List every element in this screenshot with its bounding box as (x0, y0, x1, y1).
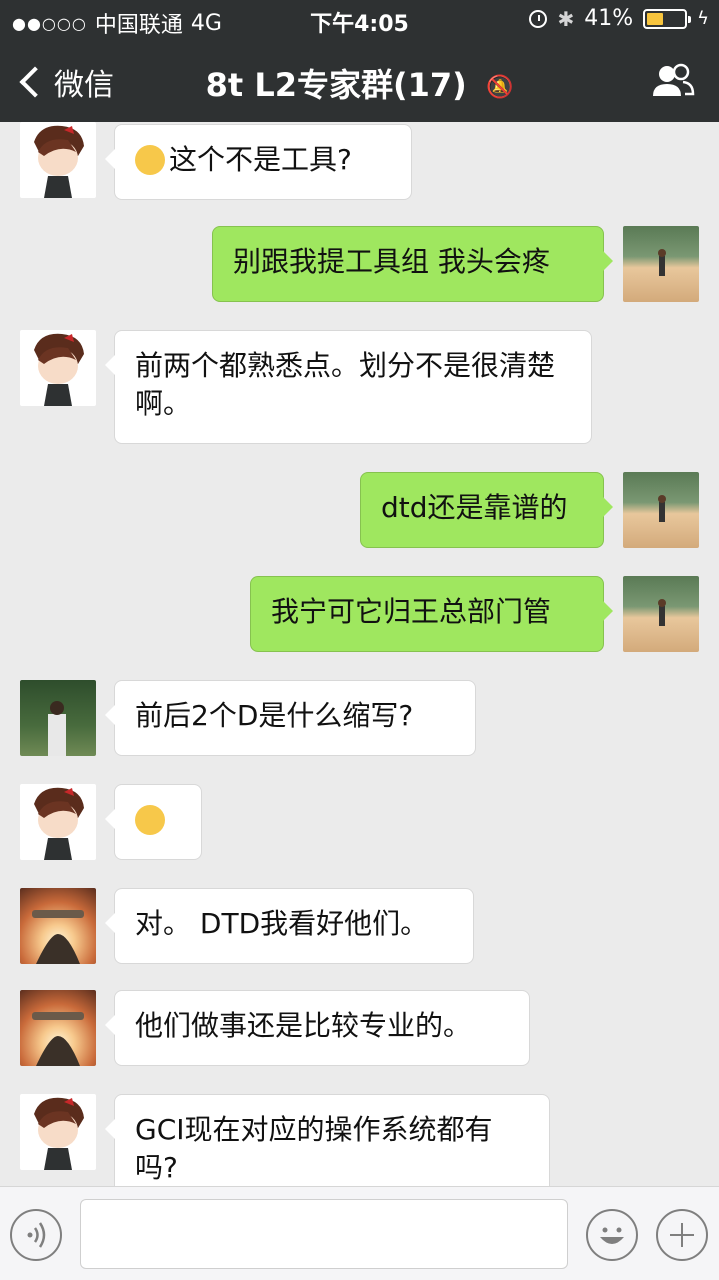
charging-icon: ϟ (697, 8, 709, 29)
message-bubble[interactable]: GCI现在对应的操作系统都有吗? (105, 1094, 550, 1186)
thinking-face-icon (135, 805, 165, 835)
more-options-button[interactable] (656, 1209, 708, 1261)
chat-messages[interactable]: 这个不是工具? 别跟我提工具组 我头会疼 前两个都熟悉点。划分不是很清楚啊。 d… (0, 122, 719, 1186)
voice-wave-icon (27, 1222, 46, 1248)
message-bubble[interactable]: 前两个都熟悉点。划分不是很清楚啊。 (105, 330, 592, 444)
message-bubble[interactable] (105, 784, 202, 860)
smiley-icon (600, 1227, 624, 1244)
forest-photo-avatar[interactable] (20, 680, 96, 756)
cartoon-avatar[interactable] (20, 1094, 96, 1170)
beach-photo-avatar[interactable] (623, 472, 699, 548)
mute-bell-icon: 🔕 (485, 74, 514, 100)
message-bubble[interactable]: 前后2个D是什么缩写? (105, 680, 476, 756)
chat-title-text: 8t L2专家群(17) (205, 66, 467, 104)
cartoon-avatar[interactable] (20, 784, 96, 860)
message-bubble[interactable]: 我宁可它归王总部门管 (250, 576, 613, 652)
message-text: 前两个都熟悉点。划分不是很清楚啊。 (135, 349, 556, 420)
message-text: dtd还是靠谱的 (381, 491, 568, 524)
cartoon-avatar[interactable] (20, 330, 96, 406)
chat-title: 8t L2专家群(17) 🔕 (0, 60, 719, 106)
sunset-photo-avatar[interactable] (20, 888, 96, 964)
emoji-button[interactable] (586, 1209, 638, 1261)
message-bubble[interactable]: 他们做事还是比较专业的。 (105, 990, 530, 1066)
message-input[interactable] (80, 1199, 568, 1269)
voice-input-button[interactable] (10, 1209, 62, 1261)
message-text: 别跟我提工具组 我头会疼 (233, 245, 550, 278)
bluetooth-icon: ✱ (557, 6, 575, 31)
message-text: 前后2个D是什么缩写? (135, 699, 414, 732)
message-bubble[interactable]: 别跟我提工具组 我头会疼 (212, 226, 613, 302)
message-text: 这个不是工具? (169, 143, 352, 176)
message-text: 对。 DTD我看好他们。 (135, 907, 429, 940)
message-bubble[interactable]: 对。 DTD我看好他们。 (105, 888, 474, 964)
cartoon-avatar[interactable] (20, 122, 96, 198)
alarm-icon (529, 9, 548, 28)
battery-icon (643, 8, 692, 29)
message-text: GCI现在对应的操作系统都有吗? (135, 1113, 493, 1184)
nav-bar: 微信 8t L2专家群(17) 🔕 (0, 40, 719, 122)
beach-photo-avatar[interactable] (623, 576, 699, 652)
message-bubble[interactable]: dtd还是靠谱的 (360, 472, 613, 548)
annoyed-face-icon (135, 145, 165, 175)
group-members-icon[interactable] (647, 62, 697, 98)
beach-photo-avatar[interactable] (623, 226, 699, 302)
top-bar: ●●○○○ 中国联通 4G 下午4:05 ✱ 41% ϟ 微信 8t L2专家群… (0, 0, 719, 122)
input-bar (0, 1186, 719, 1280)
message-text: 他们做事还是比较专业的。 (135, 1009, 472, 1042)
battery-percent: 41% (584, 6, 634, 31)
message-bubble[interactable]: 这个不是工具? (105, 124, 412, 200)
sunset-photo-avatar[interactable] (20, 990, 96, 1066)
message-text: 我宁可它归王总部门管 (271, 595, 552, 628)
status-bar: ●●○○○ 中国联通 4G 下午4:05 ✱ 41% ϟ (0, 0, 719, 40)
